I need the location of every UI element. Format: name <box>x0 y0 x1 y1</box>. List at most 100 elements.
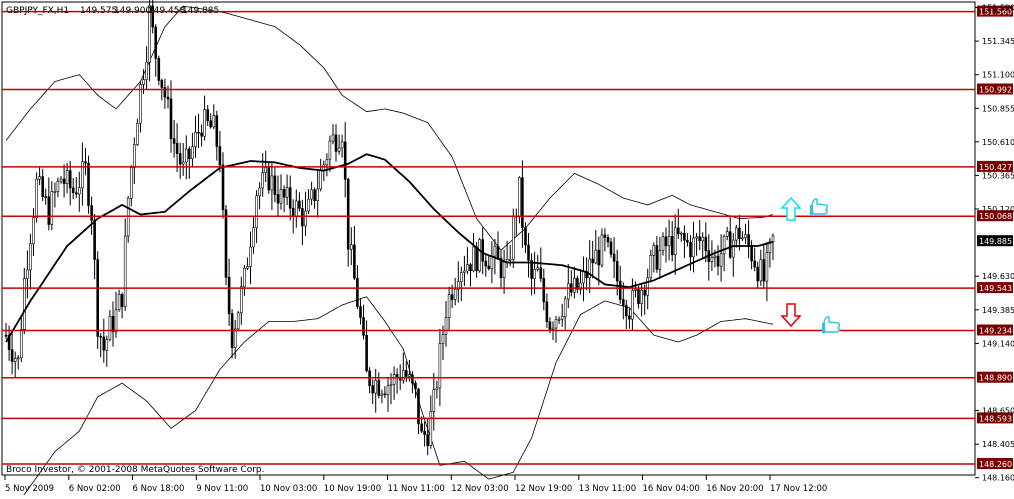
candle-body <box>423 430 426 435</box>
candle-body <box>209 120 212 128</box>
candle-body <box>188 148 191 159</box>
candle-body <box>603 234 607 238</box>
candle-body <box>484 260 488 267</box>
candle-body <box>542 278 546 303</box>
candle-body <box>392 374 396 385</box>
candle-body <box>142 79 145 85</box>
candle-body <box>389 383 393 386</box>
plot-area[interactable] <box>1 1 976 476</box>
level-label: 148.890 <box>979 374 1012 383</box>
candle-body <box>511 216 515 260</box>
candle-body <box>175 142 179 154</box>
candle-body <box>744 234 747 239</box>
candle-body <box>673 227 677 255</box>
y-tick-label: 149.140 <box>982 339 1014 348</box>
candle-body <box>643 289 647 296</box>
candle-body <box>181 161 185 165</box>
candle-body <box>252 227 255 248</box>
candle-body <box>227 276 231 315</box>
candle-body <box>655 245 659 270</box>
candle-body <box>337 147 341 152</box>
candle-body <box>725 231 729 237</box>
candle-body <box>432 389 436 412</box>
candle-body <box>224 209 228 278</box>
candle-body <box>19 329 23 359</box>
candle-body <box>160 80 164 88</box>
candle-body <box>16 357 20 360</box>
current-price-label: 149.885 <box>979 237 1012 246</box>
candle-body <box>753 260 757 268</box>
candle-body <box>258 187 261 197</box>
candle-body <box>493 245 497 257</box>
candle-body <box>710 257 714 262</box>
candle-body <box>71 187 75 193</box>
candle-body <box>649 255 653 279</box>
candle-body <box>557 318 561 321</box>
chart-window[interactable]: 151.560 150.992 150.427 150.068 149.543 149.2… <box>0 0 1014 499</box>
candle-body <box>236 312 240 330</box>
candle-body <box>273 175 277 195</box>
candle-body <box>438 343 442 389</box>
candle-body <box>573 277 576 293</box>
candle-body <box>325 159 329 166</box>
candle-body <box>56 181 60 192</box>
y-tick-label: 151.345 <box>982 37 1014 46</box>
candle-body <box>765 252 769 282</box>
candle-body <box>487 265 491 269</box>
candle-body <box>628 315 631 320</box>
candle-body <box>728 231 732 258</box>
x-tick-label: 12 Nov 03:00 <box>451 484 508 494</box>
price-chart[interactable]: 151.560150.992150.427150.068149.543149.2… <box>0 0 1014 499</box>
candle-body <box>331 134 335 142</box>
candle-body <box>90 205 93 221</box>
candle-body <box>108 315 112 340</box>
level-label: 149.234 <box>979 327 1012 336</box>
candle-body <box>738 227 741 239</box>
candle-body <box>713 255 717 258</box>
candle-body <box>453 288 457 300</box>
level-label: 148.593 <box>979 414 1012 423</box>
candle-body <box>759 259 763 282</box>
candle-body <box>563 298 567 317</box>
candle-body <box>356 277 359 307</box>
candle-body <box>496 245 500 259</box>
candle-body <box>194 131 197 147</box>
candle-body <box>374 380 378 394</box>
candle-body <box>386 385 390 396</box>
level-label: 148.260 <box>979 460 1012 469</box>
ohlc-high: 149.900 <box>114 6 151 16</box>
candle-body <box>554 319 558 329</box>
candle-body <box>747 234 750 247</box>
candle-body <box>612 253 616 262</box>
candle-body <box>444 317 448 335</box>
candle-body <box>301 208 304 227</box>
candle-body <box>44 196 48 198</box>
candle-body <box>670 236 674 256</box>
candle-body <box>689 241 692 258</box>
candle-body <box>4 334 8 337</box>
candle-body <box>221 164 225 211</box>
candle-body <box>692 237 695 258</box>
candle-body <box>408 374 411 377</box>
candle-body <box>450 294 454 300</box>
candle-body <box>267 167 271 191</box>
level-label: 149.543 <box>979 284 1012 293</box>
candle-body <box>383 393 387 396</box>
candle-body <box>762 259 766 282</box>
candle-body <box>502 261 506 279</box>
candle-body <box>200 132 203 137</box>
candle-body <box>294 200 298 217</box>
candle-body <box>22 278 26 330</box>
x-tick-label: 6 Nov 18:00 <box>133 484 185 494</box>
x-tick-label: 5 Nov 2009 <box>5 484 54 494</box>
candle-body <box>667 236 671 247</box>
candle-body <box>243 267 246 288</box>
candle-body <box>59 178 63 182</box>
candle-body <box>646 277 650 296</box>
candle-body <box>285 187 289 198</box>
x-tick-label: 13 Nov 11:00 <box>579 484 636 494</box>
x-tick-label: 11 Nov 11:00 <box>388 484 445 494</box>
candle-body <box>637 289 640 304</box>
candle-body <box>87 162 90 206</box>
candle-body <box>123 235 127 308</box>
